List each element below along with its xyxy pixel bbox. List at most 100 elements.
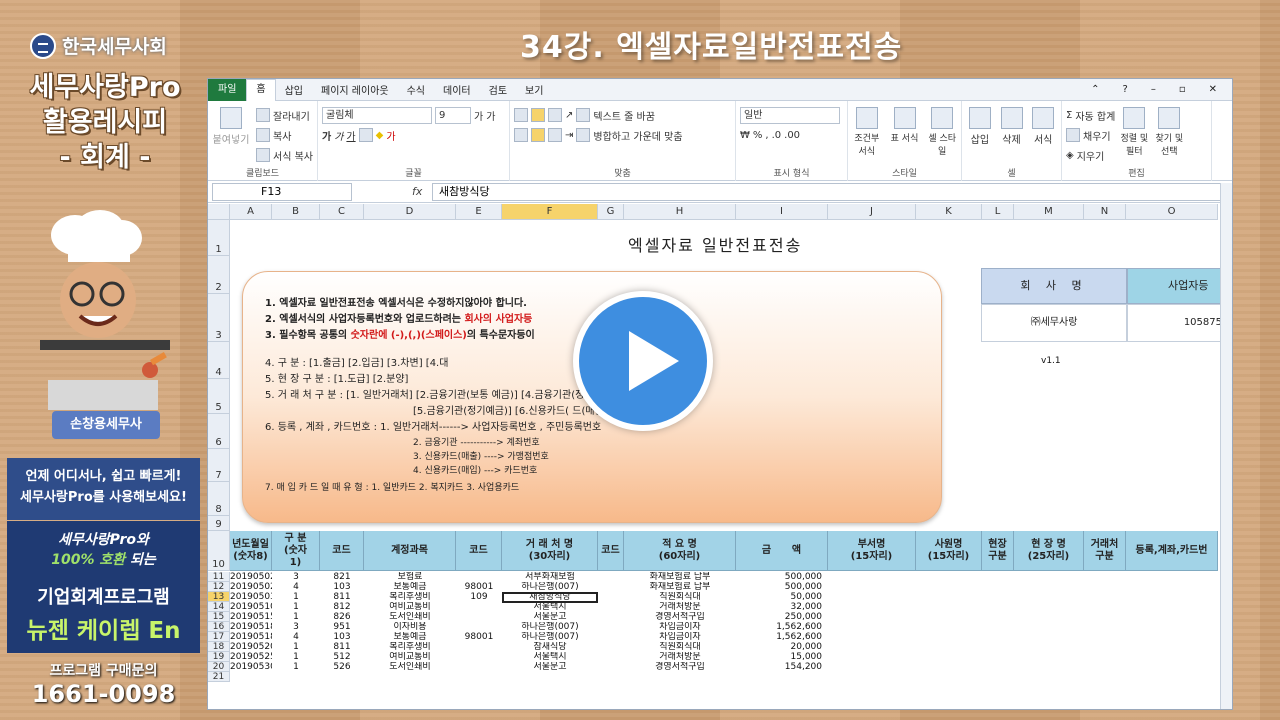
table-cell[interactable]: 서울택시: [502, 602, 598, 612]
table-cell[interactable]: 812: [320, 602, 364, 612]
shrink-font-icon[interactable]: 가: [486, 108, 495, 123]
table-cell[interactable]: 50,000: [736, 592, 828, 602]
table-cell[interactable]: 직원회식대: [624, 642, 736, 652]
table-cell[interactable]: 1: [272, 642, 320, 652]
minimize-icon[interactable]: –: [1142, 84, 1165, 95]
table-cell[interactable]: 250,000: [736, 612, 828, 622]
table-cell[interactable]: 1: [272, 592, 320, 602]
row-header[interactable]: 7: [208, 449, 230, 482]
table-cell[interactable]: 서울문고: [502, 662, 598, 672]
table-cell[interactable]: 차입금이자: [624, 622, 736, 632]
table-cell[interactable]: 보험료: [364, 572, 456, 582]
company-name-value[interactable]: ㈜세무사랑: [981, 304, 1127, 342]
table-cell[interactable]: 거래처방문: [624, 602, 736, 612]
font-size-select[interactable]: 9: [435, 106, 471, 124]
clear-button[interactable]: ◈ 지우기: [1066, 145, 1115, 165]
paste-button[interactable]: 붙여넣기: [212, 105, 250, 165]
table-cell[interactable]: 512: [320, 652, 364, 662]
row-header[interactable]: 21: [208, 672, 230, 682]
cut-button[interactable]: 잘라내기: [256, 105, 313, 125]
restore-icon[interactable]: ▫: [1170, 84, 1195, 95]
table-cell[interactable]: [272, 672, 320, 682]
autosum-button[interactable]: Σ 자동 합계: [1066, 105, 1115, 125]
fx-icon[interactable]: fx: [412, 185, 432, 198]
tab-page-layout[interactable]: 페이지 레이아웃: [312, 82, 398, 97]
row-header[interactable]: 10: [208, 531, 230, 571]
bold-icon[interactable]: 가: [322, 128, 331, 143]
table-cell[interactable]: 109: [456, 592, 502, 602]
select-all-corner[interactable]: [208, 204, 230, 220]
table-cell[interactable]: 20190520: [230, 642, 272, 652]
table-cell[interactable]: 20190530: [230, 662, 272, 672]
table-cell[interactable]: [230, 672, 272, 682]
sort-filter-button[interactable]: 정렬 및 필터: [1119, 105, 1149, 165]
underline-icon[interactable]: 가: [346, 128, 355, 143]
table-cell[interactable]: 20190515: [230, 612, 272, 622]
merge-center-button[interactable]: 병합하고 가운데 맞춤: [593, 128, 682, 143]
table-cell[interactable]: 4: [272, 582, 320, 592]
column-header-M[interactable]: M: [1014, 204, 1084, 220]
table-cell[interactable]: 보통예금: [364, 582, 456, 592]
table-cell[interactable]: [456, 662, 502, 672]
table-cell[interactable]: [320, 672, 364, 682]
selected-cell[interactable]: [502, 592, 598, 603]
row-header[interactable]: 8: [208, 482, 230, 516]
table-cell[interactable]: 98001: [456, 632, 502, 642]
table-cell[interactable]: [624, 672, 736, 682]
align-left-icon[interactable]: [514, 128, 528, 142]
column-header-E[interactable]: E: [456, 204, 502, 220]
column-header-G[interactable]: G: [598, 204, 624, 220]
grow-font-icon[interactable]: 가: [474, 108, 483, 123]
row-header[interactable]: 4: [208, 342, 230, 379]
tab-file[interactable]: 파일: [208, 79, 247, 101]
comma-icon[interactable]: ,: [765, 130, 768, 141]
tab-review[interactable]: 검토: [480, 82, 516, 97]
table-cell[interactable]: 여비교통비: [364, 652, 456, 662]
table-cell[interactable]: 서부화재보험: [502, 572, 598, 582]
row-header[interactable]: 12: [208, 582, 230, 592]
tab-data[interactable]: 데이터: [434, 82, 480, 97]
column-header-K[interactable]: K: [916, 204, 982, 220]
table-cell[interactable]: 951: [320, 622, 364, 632]
decimal-inc-icon[interactable]: .0: [772, 130, 782, 141]
table-cell[interactable]: 20190502: [230, 582, 272, 592]
column-header-A[interactable]: A: [230, 204, 272, 220]
table-cell[interactable]: 103: [320, 632, 364, 642]
align-top-icon[interactable]: [514, 108, 528, 122]
border-icon[interactable]: [358, 128, 373, 142]
table-cell[interactable]: 1,562,600: [736, 622, 828, 632]
table-cell[interactable]: 차입금이자: [624, 632, 736, 642]
row-header[interactable]: 6: [208, 414, 230, 449]
table-cell[interactable]: 20190518: [230, 622, 272, 632]
column-header-I[interactable]: I: [736, 204, 828, 220]
bizno-value[interactable]: 105875: [1127, 304, 1227, 342]
currency-icon[interactable]: ₩: [740, 130, 750, 141]
table-cell[interactable]: 서울문고: [502, 612, 598, 622]
table-cell[interactable]: 여비교통비: [364, 602, 456, 612]
column-header-N[interactable]: N: [1084, 204, 1126, 220]
table-cell[interactable]: 하나은행(007): [502, 622, 598, 632]
table-cell[interactable]: [456, 672, 502, 682]
table-cell[interactable]: 화재보험료 납부: [624, 582, 736, 592]
orientation-icon[interactable]: ↗: [565, 110, 573, 121]
fill-button[interactable]: 채우기: [1066, 125, 1115, 145]
row-header[interactable]: 9: [208, 516, 230, 531]
table-cell[interactable]: 821: [320, 572, 364, 582]
tab-home[interactable]: 홈: [246, 79, 276, 101]
table-cell[interactable]: 복리후생비: [364, 642, 456, 652]
table-cell[interactable]: 도서인쇄비: [364, 612, 456, 622]
tab-formulas[interactable]: 수식: [398, 82, 434, 97]
column-header-O[interactable]: O: [1126, 204, 1218, 220]
italic-icon[interactable]: 가: [334, 128, 343, 143]
name-box[interactable]: F13: [212, 182, 352, 201]
table-cell[interactable]: 811: [320, 592, 364, 602]
table-cell[interactable]: 서울택시: [502, 652, 598, 662]
table-cell[interactable]: 826: [320, 612, 364, 622]
table-cell[interactable]: 참새식당: [502, 642, 598, 652]
align-right-icon[interactable]: [548, 128, 562, 142]
row-header[interactable]: 16: [208, 622, 230, 632]
table-cell[interactable]: 20190525: [230, 652, 272, 662]
wrap-text-button[interactable]: 텍스트 줄 바꿈: [593, 108, 655, 123]
table-cell[interactable]: 1,562,600: [736, 632, 828, 642]
align-center-icon[interactable]: [531, 128, 545, 142]
